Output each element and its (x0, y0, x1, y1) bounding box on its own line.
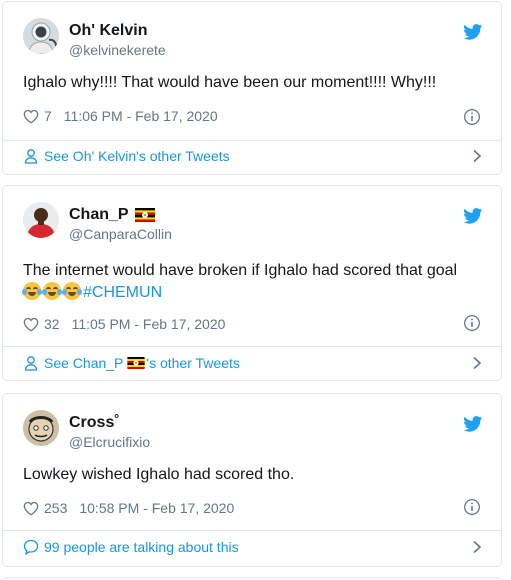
twitter-bird-icon[interactable] (463, 208, 483, 224)
chevron-right-icon (471, 356, 483, 370)
conversation-link[interactable]: 99 people are talking about this (23, 532, 483, 562)
divider (3, 346, 501, 347)
user-handle[interactable]: @CanparaCollin (69, 226, 172, 242)
heart-icon[interactable] (23, 501, 39, 516)
tweet-timestamp[interactable]: 11:05 PM - Feb 17, 2020 (72, 316, 226, 332)
tweet-header: Chan_P @CanparaCollin (23, 202, 483, 242)
heart-icon[interactable] (23, 109, 39, 124)
twitter-bird-icon[interactable] (463, 24, 483, 40)
twitter-bird-icon[interactable] (463, 416, 483, 432)
info-icon[interactable] (463, 108, 481, 126)
info-icon[interactable] (463, 314, 481, 332)
like-count[interactable]: 32 (44, 316, 60, 332)
see-other-tweets-link[interactable]: See Chan_P 's other Tweets (23, 348, 483, 378)
tweet-card[interactable]: Oh' Kelvin @kelvinekerete Ighalo why!!!!… (2, 1, 502, 175)
face-with-tears-of-joy-icon (22, 282, 42, 300)
uganda-flag-icon (127, 357, 145, 369)
like-count[interactable]: 7 (44, 108, 52, 124)
tweet-card[interactable]: Cross˚ @Elcrucifixio Lowkey wished Ighal… (2, 393, 502, 567)
user-handle[interactable]: @kelvinekerete (69, 42, 166, 58)
tweet-text: Ighalo why!!!! That would have been our … (23, 74, 437, 91)
display-name[interactable]: Chan_P (69, 206, 155, 224)
tweet-meta: 32 11:05 PM - Feb 17, 2020 (23, 316, 225, 332)
like-count[interactable]: 253 (44, 500, 67, 516)
display-name-text: Chan_P (69, 206, 129, 223)
footer-label-suffix: 's other Tweets (146, 355, 240, 371)
tweet-meta: 7 11:06 PM - Feb 17, 2020 (23, 108, 218, 124)
tweet-text: Lowkey wished Ighalo had scored tho. (23, 466, 295, 483)
info-icon[interactable] (463, 498, 481, 516)
tweet-text-line: The internet would have broken if Ighalo… (23, 262, 458, 279)
chevron-right-icon (471, 540, 483, 554)
avatar[interactable] (23, 410, 59, 446)
tweet-header: Cross˚ @Elcrucifixio (23, 410, 483, 450)
tweet-header: Oh' Kelvin @kelvinekerete (23, 18, 483, 58)
footer-label-prefix: See Chan_P (44, 355, 124, 371)
tweet-card[interactable]: Chan_P @CanparaCollin The internet would… (2, 185, 502, 381)
tweet-text-line-2: #CHEMUN (22, 282, 483, 304)
person-icon (23, 148, 39, 164)
tweet-text: The internet would have broken if Ighalo… (22, 260, 483, 304)
footer-label: 99 people are talking about this (44, 539, 239, 555)
user-handle[interactable]: @Elcrucifixio (69, 434, 150, 450)
see-other-tweets-link[interactable]: See Oh' Kelvin's other Tweets (23, 141, 483, 171)
heart-icon[interactable] (23, 317, 39, 332)
footer-label: See Oh' Kelvin's other Tweets (44, 148, 230, 164)
speech-bubble-icon (23, 539, 39, 555)
face-with-tears-of-joy-icon (42, 282, 62, 300)
face-with-tears-of-joy-icon (62, 282, 82, 300)
display-name[interactable]: Oh' Kelvin (69, 22, 147, 40)
avatar-man-red-shirt-image (23, 202, 59, 238)
hashtag-link[interactable]: #CHEMUN (83, 284, 162, 301)
avatar-cartoon-face-image (23, 410, 59, 446)
uganda-flag-icon (135, 208, 155, 222)
avatar[interactable] (23, 18, 59, 54)
divider (3, 530, 501, 531)
person-icon (23, 355, 39, 371)
avatar-astronaut-image (23, 18, 59, 54)
tweet-meta: 253 10:58 PM - Feb 17, 2020 (23, 500, 234, 516)
avatar[interactable] (23, 202, 59, 238)
tweet-timestamp[interactable]: 10:58 PM - Feb 17, 2020 (79, 500, 234, 516)
chevron-right-icon (471, 149, 483, 163)
display-name[interactable]: Cross˚ (69, 414, 120, 432)
tweet-timestamp[interactable]: 11:06 PM - Feb 17, 2020 (64, 108, 218, 124)
